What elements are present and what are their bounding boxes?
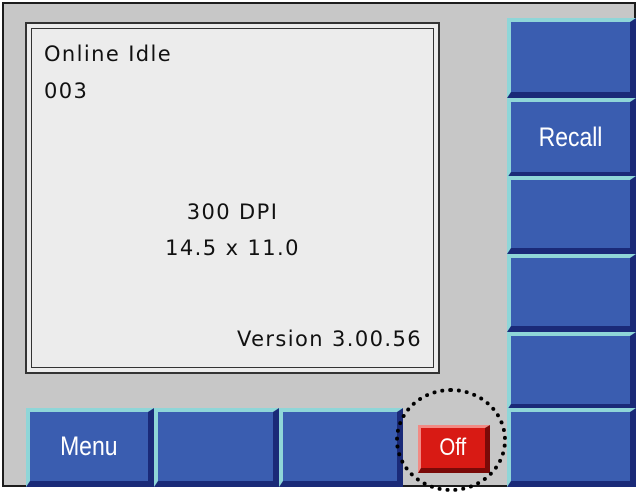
status-code: 003 bbox=[44, 79, 89, 103]
right-soft-key-6[interactable] bbox=[507, 408, 636, 487]
status-display: Online Idle 003 300 DPI 14.5 x 11.0 Vers… bbox=[25, 22, 440, 374]
off-button[interactable]: Off bbox=[418, 425, 490, 473]
media-size-text: 14.5 x 11.0 bbox=[165, 236, 300, 260]
off-button-label: Off bbox=[439, 434, 467, 461]
control-panel: Online Idle 003 300 DPI 14.5 x 11.0 Vers… bbox=[2, 2, 636, 487]
bottom-soft-key-2[interactable] bbox=[154, 408, 279, 487]
menu-button[interactable]: Menu bbox=[26, 408, 154, 487]
bottom-soft-key-3[interactable] bbox=[279, 408, 403, 487]
menu-button-label: Menu bbox=[60, 431, 118, 461]
status-text: Online Idle bbox=[44, 42, 173, 66]
right-soft-key-4[interactable] bbox=[507, 254, 636, 332]
right-soft-key-3[interactable] bbox=[507, 176, 636, 254]
resolution-text: 300 DPI bbox=[186, 200, 279, 224]
right-soft-key-1[interactable] bbox=[507, 18, 636, 98]
right-soft-key-5[interactable] bbox=[507, 332, 636, 410]
version-text: Version 3.00.56 bbox=[236, 327, 422, 351]
recall-button[interactable]: Recall bbox=[507, 98, 636, 178]
recall-button-label: Recall bbox=[538, 121, 603, 152]
